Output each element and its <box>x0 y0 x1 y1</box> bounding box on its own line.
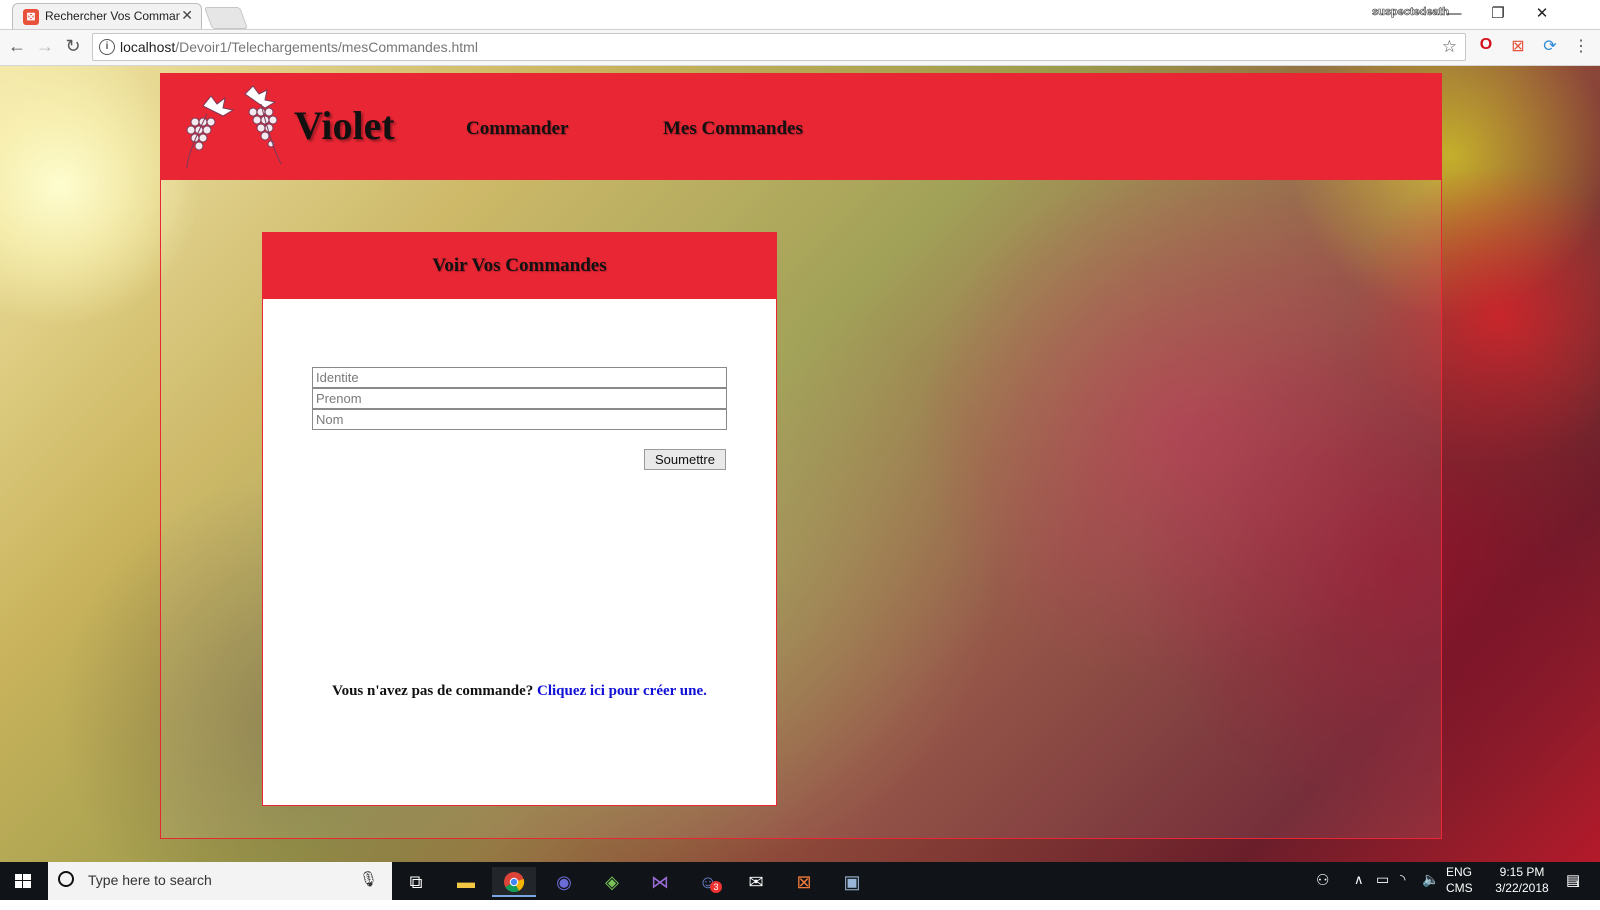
windows-taskbar: Type here to search 🎙 ⧉ ▬ ◉ ◈ ⋈ ☺ 3 ✉ ⊠ ▣… <box>0 862 1600 900</box>
cortana-icon <box>58 871 74 887</box>
nav-mes-commandes[interactable]: Mes Commandes <box>663 118 803 140</box>
visual-studio-icon[interactable]: ⋈ <box>638 867 682 897</box>
reload-icon[interactable]: ↻ <box>62 36 84 57</box>
site-header: Violet Commander Mes Commandes <box>161 74 1441 180</box>
discord-badge: 3 <box>710 881 722 893</box>
card-header: Voir Vos Commandes <box>263 233 776 299</box>
windows-start-icon[interactable] <box>0 862 46 900</box>
taskbar-search[interactable]: Type here to search 🎙 <box>48 862 392 900</box>
create-order-note: Vous n'avez pas de commande? Cliquez ici… <box>263 683 776 700</box>
submit-button[interactable]: Soumettre <box>644 449 726 470</box>
language-code: ENG <box>1446 865 1473 879</box>
microphone-icon[interactable]: 🎙 <box>359 870 378 888</box>
task-view-icon[interactable]: ⧉ <box>394 867 438 897</box>
bookmark-star-icon[interactable]: ☆ <box>1442 37 1457 57</box>
notification-count: 1 <box>1575 880 1580 889</box>
nav-commander[interactable]: Commander <box>466 118 568 140</box>
orders-lookup-card: Voir Vos Commandes Soumettre Vous n'avez… <box>262 232 777 806</box>
chrome-logo <box>504 872 525 893</box>
xampp-extension-icon[interactable]: ⊠ <box>1507 36 1529 56</box>
wifi-icon[interactable]: ◝ <box>1400 871 1405 909</box>
browser-tabstrip: ⊠ Rechercher Vos Comman ✕ suspectedeath … <box>0 0 1600 30</box>
language-indicator[interactable]: ENG CMS <box>1446 865 1473 903</box>
clock-date: 3/22/2018 <box>1495 881 1549 895</box>
back-arrow-icon[interactable]: ← <box>6 36 28 57</box>
page-viewport: Violet Commander Mes Commandes Voir Vos … <box>0 66 1600 862</box>
search-placeholder: Type here to search <box>88 872 212 888</box>
mail-icon[interactable]: ✉ <box>734 867 778 897</box>
eclipse-icon[interactable]: ◉ <box>542 867 586 897</box>
keyboard-layout: CMS <box>1446 881 1473 895</box>
url-host: localhost <box>120 39 176 55</box>
url-text[interactable]: localhost/Devoir1/Telechargements/mesCom… <box>120 39 478 55</box>
menu-dots-icon[interactable]: ⋮ <box>1570 36 1592 56</box>
tab-title: Rechercher Vos Comman <box>45 9 180 23</box>
minimize-button[interactable]: — <box>1432 2 1476 26</box>
chrome-icon[interactable] <box>492 867 536 897</box>
file-explorer-icon[interactable]: ▬ <box>444 867 488 897</box>
close-window-button[interactable]: ✕ <box>1520 2 1564 26</box>
battery-icon[interactable]: ▭ <box>1376 871 1389 909</box>
people-icon[interactable]: ⚇ <box>1316 871 1329 909</box>
no-order-text: Vous n'avez pas de commande? <box>332 683 534 699</box>
tab-close-icon[interactable]: ✕ <box>181 7 193 24</box>
browser-toolbar: ← → ↻ i localhost/Devoir1/Telechargement… <box>0 30 1600 66</box>
site-container: Violet Commander Mes Commandes Voir Vos … <box>160 73 1442 839</box>
show-hidden-icons-chevron-up-icon[interactable]: ∧ <box>1354 872 1364 910</box>
address-bar[interactable]: i localhost/Devoir1/Telechargements/mesC… <box>92 33 1466 61</box>
forward-arrow-icon[interactable]: → <box>34 36 56 57</box>
volume-muted-icon[interactable]: 🔈 <box>1422 871 1439 909</box>
card-title: Voir Vos Commandes <box>432 255 607 276</box>
prenom-input[interactable] <box>312 388 727 409</box>
action-center-icon[interactable]: ▤ 1 <box>1566 871 1580 909</box>
sync-extension-icon[interactable]: ⟳ <box>1539 36 1561 56</box>
restore-button[interactable]: ❐ <box>1476 2 1520 26</box>
clock[interactable]: 9:15 PM 3/22/2018 <box>1490 865 1554 903</box>
discord-icon[interactable]: ☺ 3 <box>686 867 730 897</box>
grapes-logo-icon <box>186 85 282 169</box>
opera-extension-icon[interactable]: O <box>1475 36 1497 54</box>
browser-tab[interactable]: ⊠ Rechercher Vos Comman ✕ <box>12 3 202 29</box>
info-icon[interactable]: i <box>99 39 115 55</box>
create-order-link[interactable]: Cliquez ici pour créer une. <box>537 683 707 699</box>
url-path: /Devoir1/Telechargements/mesCommandes.ht… <box>175 39 478 55</box>
brand-name: Violet <box>294 103 395 148</box>
android-studio-icon[interactable]: ◈ <box>590 867 634 897</box>
clock-time: 9:15 PM <box>1499 865 1545 879</box>
identite-input[interactable] <box>312 367 727 388</box>
xampp-icon[interactable]: ⊠ <box>782 867 826 897</box>
nom-input[interactable] <box>312 409 727 430</box>
vmware-icon[interactable]: ▣ <box>830 867 874 897</box>
xampp-favicon-icon: ⊠ <box>23 9 39 25</box>
new-tab-button[interactable] <box>203 7 249 29</box>
